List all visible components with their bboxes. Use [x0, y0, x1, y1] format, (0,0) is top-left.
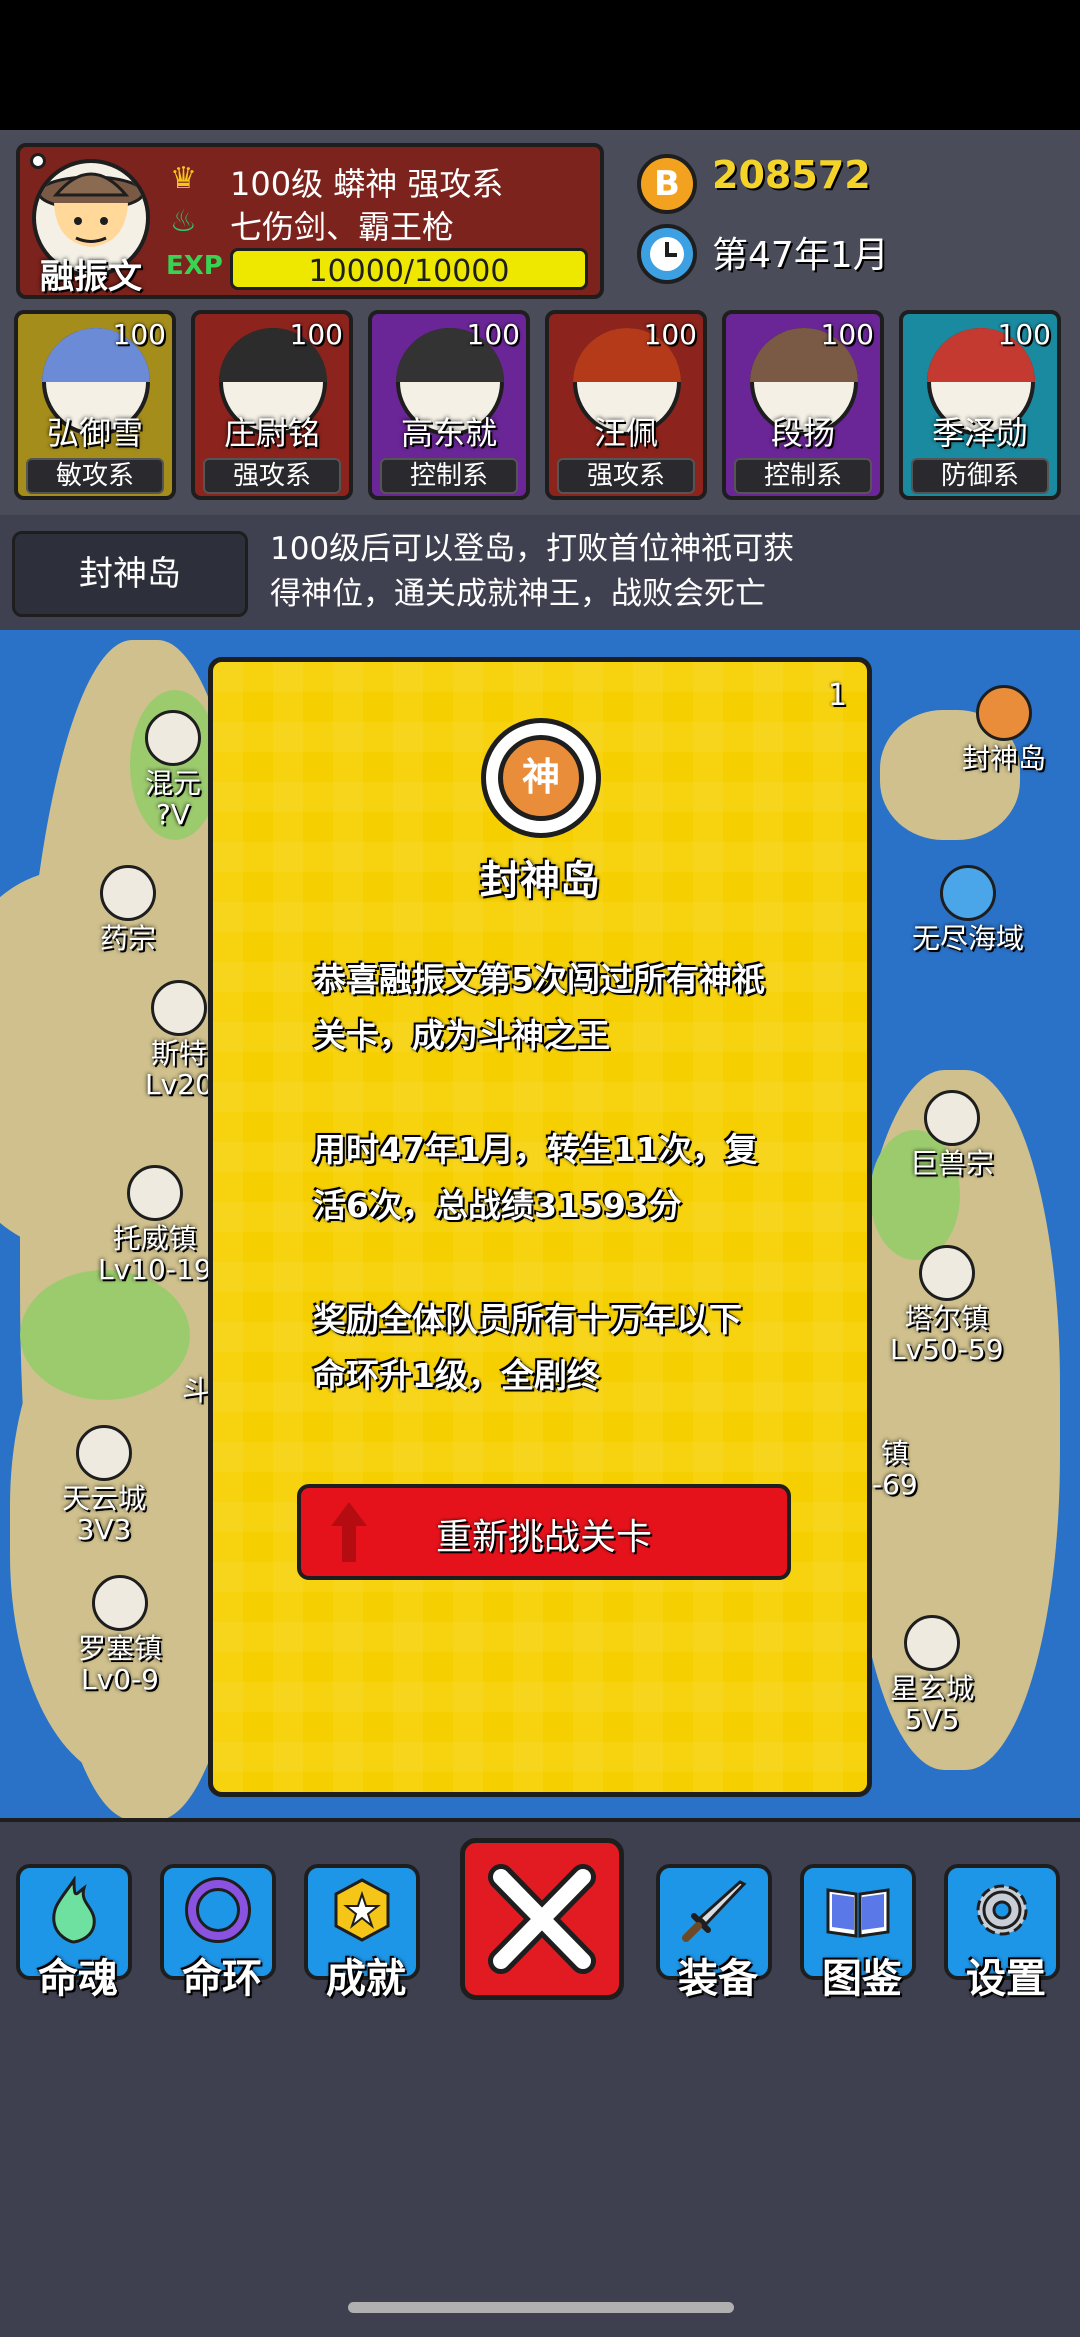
- location-taer[interactable]: 塔尔镇 Lv50-59: [890, 1245, 1004, 1365]
- team-member-card[interactable]: 100 汪佩强攻系: [545, 310, 707, 500]
- team-member-card[interactable]: 100 庄尉铭强攻系: [191, 310, 353, 500]
- crown-icon: ♛: [170, 161, 197, 196]
- sword-icon: [682, 1880, 747, 1942]
- nav-achievement-button[interactable]: 成就: [304, 1864, 420, 2002]
- location-dou[interactable]: 斗: [182, 1375, 210, 1406]
- member-level: 100: [820, 318, 874, 351]
- clock-icon: [637, 224, 697, 284]
- location-yaozong[interactable]: 药宗: [100, 865, 156, 954]
- nav-equipment-button[interactable]: 装备: [656, 1864, 772, 2002]
- location-wujin[interactable]: 无尽海域: [912, 865, 1024, 954]
- location-xingxuan[interactable]: 星玄城 5V5: [890, 1615, 974, 1735]
- player-card[interactable]: 融振文 ♛ ♨ EXP 100级 蟒神 强攻系 七伤剑、霸王枪 10000/10…: [16, 143, 604, 299]
- member-name: 段扬: [770, 414, 835, 452]
- member-level: 100: [466, 318, 520, 351]
- god-emblem-icon: 神: [481, 718, 601, 838]
- nav-codex-button[interactable]: 图鉴: [800, 1864, 916, 2002]
- game-screen: 融振文 ♛ ♨ EXP 100级 蟒神 强攻系 七伤剑、霸王枪 10000/10…: [0, 0, 1080, 2337]
- location-site[interactable]: 斯特 Lv20: [145, 980, 213, 1100]
- xp-bar: 10000/10000: [230, 248, 588, 290]
- dialog-reward: 奖励全体队员所有十万年以下 命环升1级，全剧终: [313, 1300, 742, 1395]
- member-name: 庄尉铭: [223, 414, 320, 452]
- member-level: 100: [112, 318, 166, 351]
- team-member-card[interactable]: 100 段扬控制系: [722, 310, 884, 500]
- nav-settings-button[interactable]: 设置: [944, 1864, 1060, 2002]
- team-member-card[interactable]: 100 弘御雪敏攻系: [14, 310, 176, 500]
- close-button[interactable]: [460, 1838, 624, 2000]
- member-name: 高东就: [400, 414, 497, 452]
- location-jushou[interactable]: 巨兽宗: [910, 1090, 994, 1179]
- dialog-congrats: 恭喜融振文第5次闯过所有神祇 关卡，成为斗神之王: [313, 960, 765, 1055]
- game-date: 第47年1月: [712, 235, 889, 276]
- soul-flame-icon: [52, 1876, 96, 1944]
- member-type-badge: 强攻系: [557, 458, 695, 494]
- team-member-card[interactable]: 100 季泽勋防御系: [899, 310, 1061, 500]
- close-icon: [488, 1864, 596, 1974]
- player-level-line: 100级 蟒神 强攻系: [230, 165, 504, 203]
- member-level: 100: [643, 318, 697, 351]
- ring-icon: [185, 1877, 251, 1943]
- member-type-badge: 强攻系: [203, 458, 341, 494]
- gear-icon: [976, 1884, 1028, 1936]
- nav-soul-button[interactable]: 命魂: [16, 1864, 132, 2002]
- island-button[interactable]: 封神岛: [12, 531, 248, 617]
- member-type-badge: 控制系: [380, 458, 518, 494]
- location-luosai[interactable]: 罗塞镇 Lv0-9: [78, 1575, 162, 1695]
- dialog-title: 封神岛: [480, 858, 600, 904]
- retry-challenge-button[interactable]: 重新挑战关卡: [297, 1484, 791, 1580]
- member-type-badge: 控制系: [734, 458, 872, 494]
- location-fengshen[interactable]: 封神岛: [962, 685, 1046, 774]
- team-member-card[interactable]: 100 高东就控制系: [368, 310, 530, 500]
- xp-bar-text: 10000/10000: [308, 254, 510, 289]
- member-type-badge: 防御系: [911, 458, 1049, 494]
- status-bar: [0, 0, 1080, 130]
- coin-count: 208572: [712, 153, 871, 197]
- dialog-counter: 1: [827, 678, 847, 713]
- exp-icon: EXP: [166, 251, 223, 281]
- victory-dialog: 1 神 封神岛 恭喜融振文第5次闯过所有神祇 关卡，成为斗神之王 用时47年1月，…: [208, 657, 872, 1797]
- location-tianyun[interactable]: 天云城 3V3: [62, 1425, 146, 1545]
- team-roster: 100 弘御雪敏攻系 100 庄尉铭强攻系 100 高东就控制系 100 汪佩强攻系 100 段扬…: [14, 310, 1072, 502]
- location-hunyuan[interactable]: 混元 ?V: [145, 710, 201, 830]
- book-icon: [826, 1888, 890, 1938]
- dialog-stats: 用时47年1月，转生11次，复 活6次，总战绩31593分: [313, 1130, 758, 1225]
- member-name: 季泽勋: [931, 414, 1028, 452]
- member-level: 100: [997, 318, 1051, 351]
- member-name: 汪佩: [593, 414, 658, 452]
- flame-icon: ♨: [170, 204, 197, 239]
- player-name: 融振文: [40, 257, 142, 297]
- coin-icon: B: [637, 154, 697, 214]
- member-level: 100: [289, 318, 343, 351]
- location-info-row: 封神岛 100级后可以登岛，打败首位神祇可获 得神位，通关成就神王，战败会死亡: [0, 515, 1080, 630]
- location-zhen[interactable]: 镇 -69: [872, 1438, 918, 1500]
- member-name: 弘御雪: [46, 414, 143, 452]
- member-type-badge: 敏攻系: [26, 458, 164, 494]
- online-indicator: [30, 153, 46, 169]
- location-description: 100级后可以登岛，打败首位神祇可获 得神位，通关成就神王，战败会死亡: [270, 531, 795, 612]
- home-indicator[interactable]: [348, 2302, 734, 2313]
- player-weapons: 七伤剑、霸王枪: [230, 208, 455, 246]
- star-badge-icon: [334, 1878, 390, 1942]
- bottom-navigation: 命魂 命环 成就 装备 图鉴 设置: [0, 1818, 1080, 2337]
- nav-ring-button[interactable]: 命环: [160, 1864, 276, 2002]
- location-tuowei[interactable]: 托威镇 Lv10-19: [98, 1165, 212, 1285]
